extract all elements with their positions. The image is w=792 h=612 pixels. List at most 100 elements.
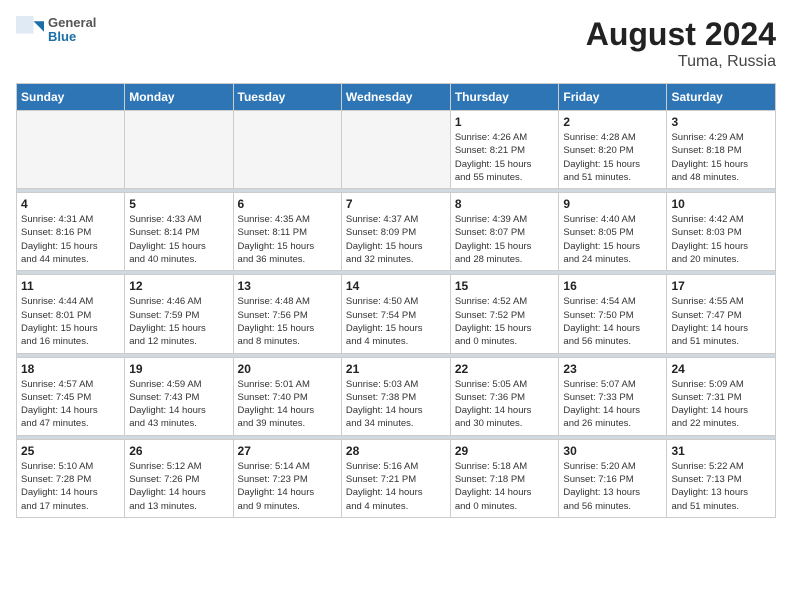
day-cell: 11 Sunrise: 4:44 AM Sunset: 8:01 PM Dayli… [17, 275, 125, 353]
header-cell-saturday: Saturday [667, 84, 776, 111]
day-cell: 2Sunrise: 4:28 AM Sunset: 8:20 PM Daylig… [559, 111, 667, 189]
day-number: 15 [455, 279, 555, 293]
day-info: Sunrise: 4:44 AM Sunset: 8:01 PM Dayligh… [21, 295, 120, 348]
day-cell: 30 Sunrise: 5:20 AM Sunset: 7:16 PM Dayli… [559, 439, 667, 517]
day-cell: 3 Sunrise: 4:29 AM Sunset: 8:18 PM Daylig… [667, 111, 776, 189]
day-number: 28 [346, 444, 446, 458]
day-cell: 13 Sunrise: 4:48 AM Sunset: 7:56 PM Dayli… [233, 275, 341, 353]
day-info: Sunrise: 5:01 AM Sunset: 7:40 PM Dayligh… [238, 378, 337, 431]
day-cell: 19Sunrise: 4:59 AM Sunset: 7:43 PM Dayli… [125, 357, 233, 435]
day-info: Sunrise: 4:26 AM Sunset: 8:21 PM Dayligh… [455, 131, 555, 184]
day-cell: 15 Sunrise: 4:52 AM Sunset: 7:52 PM Dayli… [450, 275, 559, 353]
day-info: Sunrise: 4:28 AM Sunset: 8:20 PM Dayligh… [563, 131, 662, 184]
day-cell: 9 Sunrise: 4:40 AM Sunset: 8:05 PM Daylig… [559, 193, 667, 271]
day-cell: 28 Sunrise: 5:16 AM Sunset: 7:21 PM Dayli… [341, 439, 450, 517]
day-info: Sunrise: 4:39 AM Sunset: 8:07 PM Dayligh… [455, 213, 555, 266]
day-info: Sunrise: 4:33 AM Sunset: 8:14 PM Dayligh… [129, 213, 228, 266]
day-cell: 1 Sunrise: 4:26 AM Sunset: 8:21 PM Daylig… [450, 111, 559, 189]
day-info: Sunrise: 4:29 AM Sunset: 8:18 PM Dayligh… [671, 131, 771, 184]
header-cell-tuesday: Tuesday [233, 84, 341, 111]
day-number: 13 [238, 279, 337, 293]
day-number: 25 [21, 444, 120, 458]
day-cell: 18 Sunrise: 4:57 AM Sunset: 7:45 PM Dayli… [17, 357, 125, 435]
day-cell: 20 Sunrise: 5:01 AM Sunset: 7:40 PM Dayli… [233, 357, 341, 435]
week-row-5: 25 Sunrise: 5:10 AM Sunset: 7:28 PM Dayli… [17, 439, 776, 517]
day-number: 18 [21, 362, 120, 376]
header-cell-friday: Friday [559, 84, 667, 111]
day-info: Sunrise: 4:48 AM Sunset: 7:56 PM Dayligh… [238, 295, 337, 348]
day-number: 12 [129, 279, 228, 293]
day-number: 11 [21, 279, 120, 293]
day-number: 23 [563, 362, 662, 376]
calendar-subtitle: Tuma, Russia [586, 53, 776, 71]
day-number: 8 [455, 197, 555, 211]
day-info: Sunrise: 4:57 AM Sunset: 7:45 PM Dayligh… [21, 378, 120, 431]
calendar-body: 1 Sunrise: 4:26 AM Sunset: 8:21 PM Daylig… [17, 111, 776, 518]
day-cell: 26Sunrise: 5:12 AM Sunset: 7:26 PM Dayli… [125, 439, 233, 517]
day-cell: 24Sunrise: 5:09 AM Sunset: 7:31 PM Dayli… [667, 357, 776, 435]
day-number: 9 [563, 197, 662, 211]
day-info: Sunrise: 5:03 AM Sunset: 7:38 PM Dayligh… [346, 378, 446, 431]
day-info: Sunrise: 5:12 AM Sunset: 7:26 PM Dayligh… [129, 460, 228, 513]
day-cell: 22Sunrise: 5:05 AM Sunset: 7:36 PM Dayli… [450, 357, 559, 435]
day-cell: 10 Sunrise: 4:42 AM Sunset: 8:03 PM Dayli… [667, 193, 776, 271]
logo-line1: General [48, 16, 96, 30]
header-row: SundayMondayTuesdayWednesdayThursdayFrid… [17, 84, 776, 111]
day-cell: 29 Sunrise: 5:18 AM Sunset: 7:18 PM Dayli… [450, 439, 559, 517]
day-cell [125, 111, 233, 189]
day-cell: 17 Sunrise: 4:55 AM Sunset: 7:47 PM Dayli… [667, 275, 776, 353]
day-cell: 31Sunrise: 5:22 AM Sunset: 7:13 PM Dayli… [667, 439, 776, 517]
day-info: Sunrise: 4:31 AM Sunset: 8:16 PM Dayligh… [21, 213, 120, 266]
day-number: 6 [238, 197, 337, 211]
day-cell: 23 Sunrise: 5:07 AM Sunset: 7:33 PM Dayli… [559, 357, 667, 435]
day-info: Sunrise: 4:37 AM Sunset: 8:09 PM Dayligh… [346, 213, 446, 266]
logo-text: General Blue [48, 16, 96, 45]
logo-icon [16, 16, 44, 44]
day-info: Sunrise: 4:52 AM Sunset: 7:52 PM Dayligh… [455, 295, 555, 348]
day-info: Sunrise: 5:05 AM Sunset: 7:36 PM Dayligh… [455, 378, 555, 431]
day-info: Sunrise: 4:40 AM Sunset: 8:05 PM Dayligh… [563, 213, 662, 266]
day-info: Sunrise: 5:16 AM Sunset: 7:21 PM Dayligh… [346, 460, 446, 513]
day-number: 14 [346, 279, 446, 293]
logo: General Blue [16, 16, 96, 45]
day-number: 30 [563, 444, 662, 458]
week-row-4: 18 Sunrise: 4:57 AM Sunset: 7:45 PM Dayli… [17, 357, 776, 435]
header-cell-wednesday: Wednesday [341, 84, 450, 111]
day-cell: 8 Sunrise: 4:39 AM Sunset: 8:07 PM Daylig… [450, 193, 559, 271]
day-number: 10 [671, 197, 771, 211]
title-block: August 2024 Tuma, Russia [586, 16, 776, 71]
day-number: 31 [671, 444, 771, 458]
day-info: Sunrise: 5:20 AM Sunset: 7:16 PM Dayligh… [563, 460, 662, 513]
day-number: 20 [238, 362, 337, 376]
day-number: 17 [671, 279, 771, 293]
day-number: 24 [671, 362, 771, 376]
day-number: 16 [563, 279, 662, 293]
day-info: Sunrise: 4:55 AM Sunset: 7:47 PM Dayligh… [671, 295, 771, 348]
day-cell: 21Sunrise: 5:03 AM Sunset: 7:38 PM Dayli… [341, 357, 450, 435]
day-cell: 4 Sunrise: 4:31 AM Sunset: 8:16 PM Daylig… [17, 193, 125, 271]
day-number: 1 [455, 115, 555, 129]
day-info: Sunrise: 5:07 AM Sunset: 7:33 PM Dayligh… [563, 378, 662, 431]
day-number: 29 [455, 444, 555, 458]
calendar-table: SundayMondayTuesdayWednesdayThursdayFrid… [16, 83, 776, 518]
day-cell: 14 Sunrise: 4:50 AM Sunset: 7:54 PM Dayli… [341, 275, 450, 353]
page-header: General Blue August 2024 Tuma, Russia [16, 16, 776, 71]
day-cell: 25 Sunrise: 5:10 AM Sunset: 7:28 PM Dayli… [17, 439, 125, 517]
day-info: Sunrise: 5:10 AM Sunset: 7:28 PM Dayligh… [21, 460, 120, 513]
day-info: Sunrise: 5:14 AM Sunset: 7:23 PM Dayligh… [238, 460, 337, 513]
day-cell: 7 Sunrise: 4:37 AM Sunset: 8:09 PM Daylig… [341, 193, 450, 271]
day-cell: 27 Sunrise: 5:14 AM Sunset: 7:23 PM Dayli… [233, 439, 341, 517]
day-number: 3 [671, 115, 771, 129]
day-number: 7 [346, 197, 446, 211]
week-row-2: 4 Sunrise: 4:31 AM Sunset: 8:16 PM Daylig… [17, 193, 776, 271]
day-cell [233, 111, 341, 189]
day-info: Sunrise: 4:50 AM Sunset: 7:54 PM Dayligh… [346, 295, 446, 348]
day-info: Sunrise: 4:35 AM Sunset: 8:11 PM Dayligh… [238, 213, 337, 266]
day-info: Sunrise: 4:42 AM Sunset: 8:03 PM Dayligh… [671, 213, 771, 266]
day-number: 19 [129, 362, 228, 376]
day-cell [341, 111, 450, 189]
day-number: 27 [238, 444, 337, 458]
day-cell: 16Sunrise: 4:54 AM Sunset: 7:50 PM Dayli… [559, 275, 667, 353]
day-number: 4 [21, 197, 120, 211]
day-info: Sunrise: 5:18 AM Sunset: 7:18 PM Dayligh… [455, 460, 555, 513]
